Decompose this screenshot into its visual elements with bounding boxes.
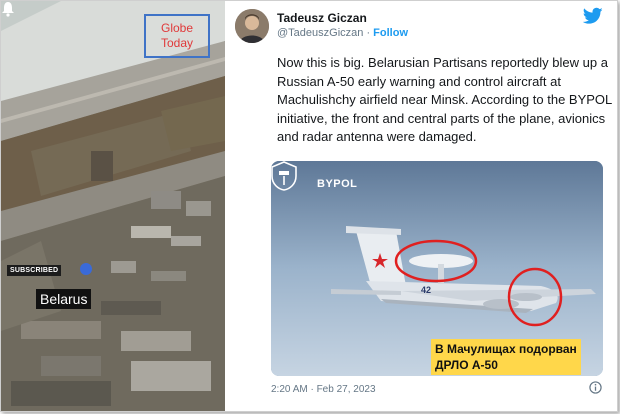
tweet-media-image[interactable]: BYPOL 42 В Мачулищах подорван ДРЛО А-50	[271, 161, 603, 376]
image-caption: В Мачулищах подорван ДРЛО А-50	[431, 339, 581, 375]
follow-button[interactable]: Follow	[373, 27, 408, 39]
satellite-image: Globe Today SUBSCRIBED Belarus	[1, 1, 225, 411]
bypol-brand-label: BYPOL	[317, 178, 358, 190]
globe-today-watermark: Globe Today	[144, 14, 210, 58]
bell-icon	[2, 2, 14, 17]
tweet-card: Tadeusz Giczan @TadeuszGiczan · Follow N…	[226, 1, 617, 411]
location-label: Belarus	[36, 289, 92, 309]
avatar-image	[235, 9, 269, 43]
watermark-line-1: Globe	[160, 21, 194, 35]
caption-line-1: В Мачулищах подорван	[435, 342, 577, 356]
tweet-timestamp[interactable]: 2:20 AM · Feb 27, 2023	[271, 384, 376, 395]
subscribed-badge: SUBSCRIBED	[7, 265, 62, 276]
watermark-line-2: Today	[160, 36, 194, 50]
separator-dot: ·	[366, 27, 371, 39]
satellite-terrain	[1, 1, 225, 411]
bypol-logo-icon	[271, 161, 297, 191]
avatar[interactable]	[235, 9, 269, 43]
info-icon[interactable]	[589, 381, 602, 394]
screenshot-frame: Globe Today SUBSCRIBED Belarus Tadeusz G…	[0, 0, 618, 412]
author-handle[interactable]: @TadeuszGiczan	[277, 27, 363, 39]
caption-line-2: ДРЛО А-50	[435, 358, 498, 372]
tweet-text: Now this is big. Belarusian Partisans re…	[277, 55, 612, 145]
aircraft-marking: 42	[421, 285, 432, 295]
twitter-bird-icon[interactable]	[583, 7, 603, 25]
author-name[interactable]: Tadeusz Giczan	[277, 11, 367, 25]
author-handle-row: @TadeuszGiczan · Follow	[277, 27, 408, 39]
